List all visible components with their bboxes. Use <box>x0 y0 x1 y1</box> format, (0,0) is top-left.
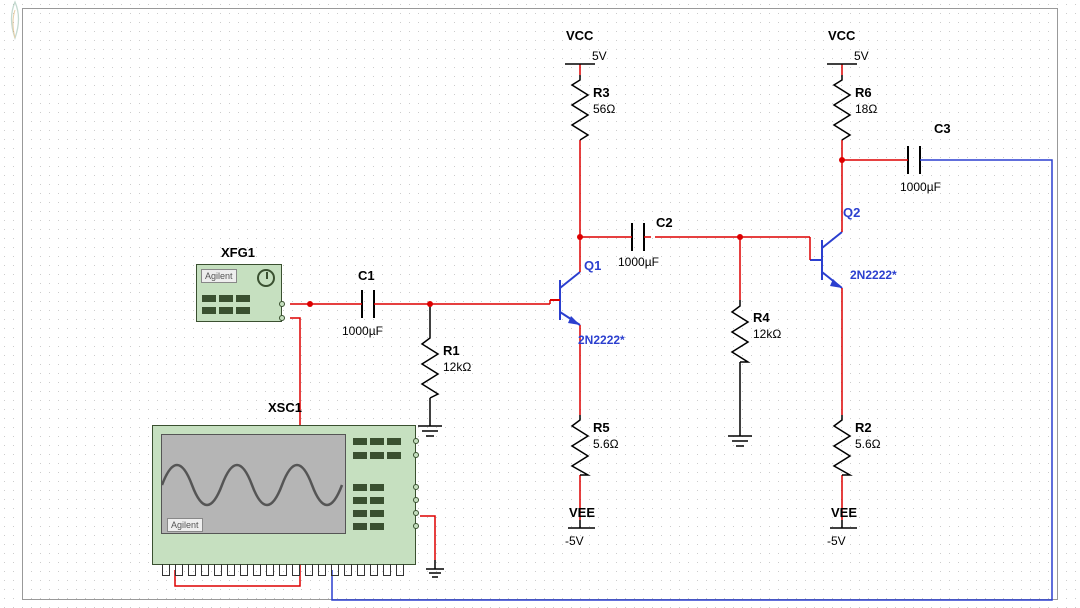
r4-val: 12kΩ <box>753 327 781 341</box>
r3-val: 56Ω <box>593 102 615 116</box>
q2-ref: Q2 <box>843 205 860 220</box>
c1-ref: C1 <box>358 268 375 283</box>
vcc2-label: VCC <box>828 28 855 43</box>
r6-val: 18Ω <box>855 102 877 116</box>
c1-val: 1000µF <box>342 324 383 338</box>
c2-val: 1000µF <box>618 255 659 269</box>
q2-model: 2N2222* <box>850 268 897 282</box>
xfg1-brand: Agilent <box>201 269 237 283</box>
knob-icon[interactable] <box>257 269 275 287</box>
xsc1-port[interactable] <box>413 523 419 529</box>
xfg1-port-1[interactable] <box>279 301 285 307</box>
watermark-icon <box>0 0 30 45</box>
r1-val: 12kΩ <box>443 360 471 374</box>
r4-ref: R4 <box>753 310 770 325</box>
xsc1-port[interactable] <box>413 510 419 516</box>
xsc1-brand: Agilent <box>167 518 203 532</box>
r6-ref: R6 <box>855 85 872 100</box>
xsc1-port[interactable] <box>413 484 419 490</box>
vcc2-value: 5V <box>854 49 869 63</box>
vcc1-label: VCC <box>566 28 593 43</box>
xsc1-port[interactable] <box>413 497 419 503</box>
vee2-value: -5V <box>827 534 846 548</box>
xsc1-label: XSC1 <box>268 400 302 415</box>
vee1-value: -5V <box>565 534 584 548</box>
oscilloscope[interactable]: Agilent <box>152 425 416 565</box>
c2-ref: C2 <box>656 215 673 230</box>
r5-ref: R5 <box>593 420 610 435</box>
c3-ref: C3 <box>934 121 951 136</box>
r5-val: 5.6Ω <box>593 437 619 451</box>
function-generator[interactable]: Agilent <box>196 264 282 322</box>
vee2-label: VEE <box>831 505 857 520</box>
xfg1-label: XFG1 <box>221 245 255 260</box>
xsc1-port[interactable] <box>413 438 419 444</box>
vee1-label: VEE <box>569 505 595 520</box>
xsc1-port[interactable] <box>413 452 419 458</box>
vcc1-value: 5V <box>592 49 607 63</box>
xfg1-port-2[interactable] <box>279 315 285 321</box>
r3-ref: R3 <box>593 85 610 100</box>
r1-ref: R1 <box>443 343 460 358</box>
q1-model: 2N2222* <box>578 333 625 347</box>
r2-val: 5.6Ω <box>855 437 881 451</box>
r2-ref: R2 <box>855 420 872 435</box>
q1-ref: Q1 <box>584 258 601 273</box>
c3-val: 1000µF <box>900 180 941 194</box>
bnc-connectors <box>162 564 404 576</box>
